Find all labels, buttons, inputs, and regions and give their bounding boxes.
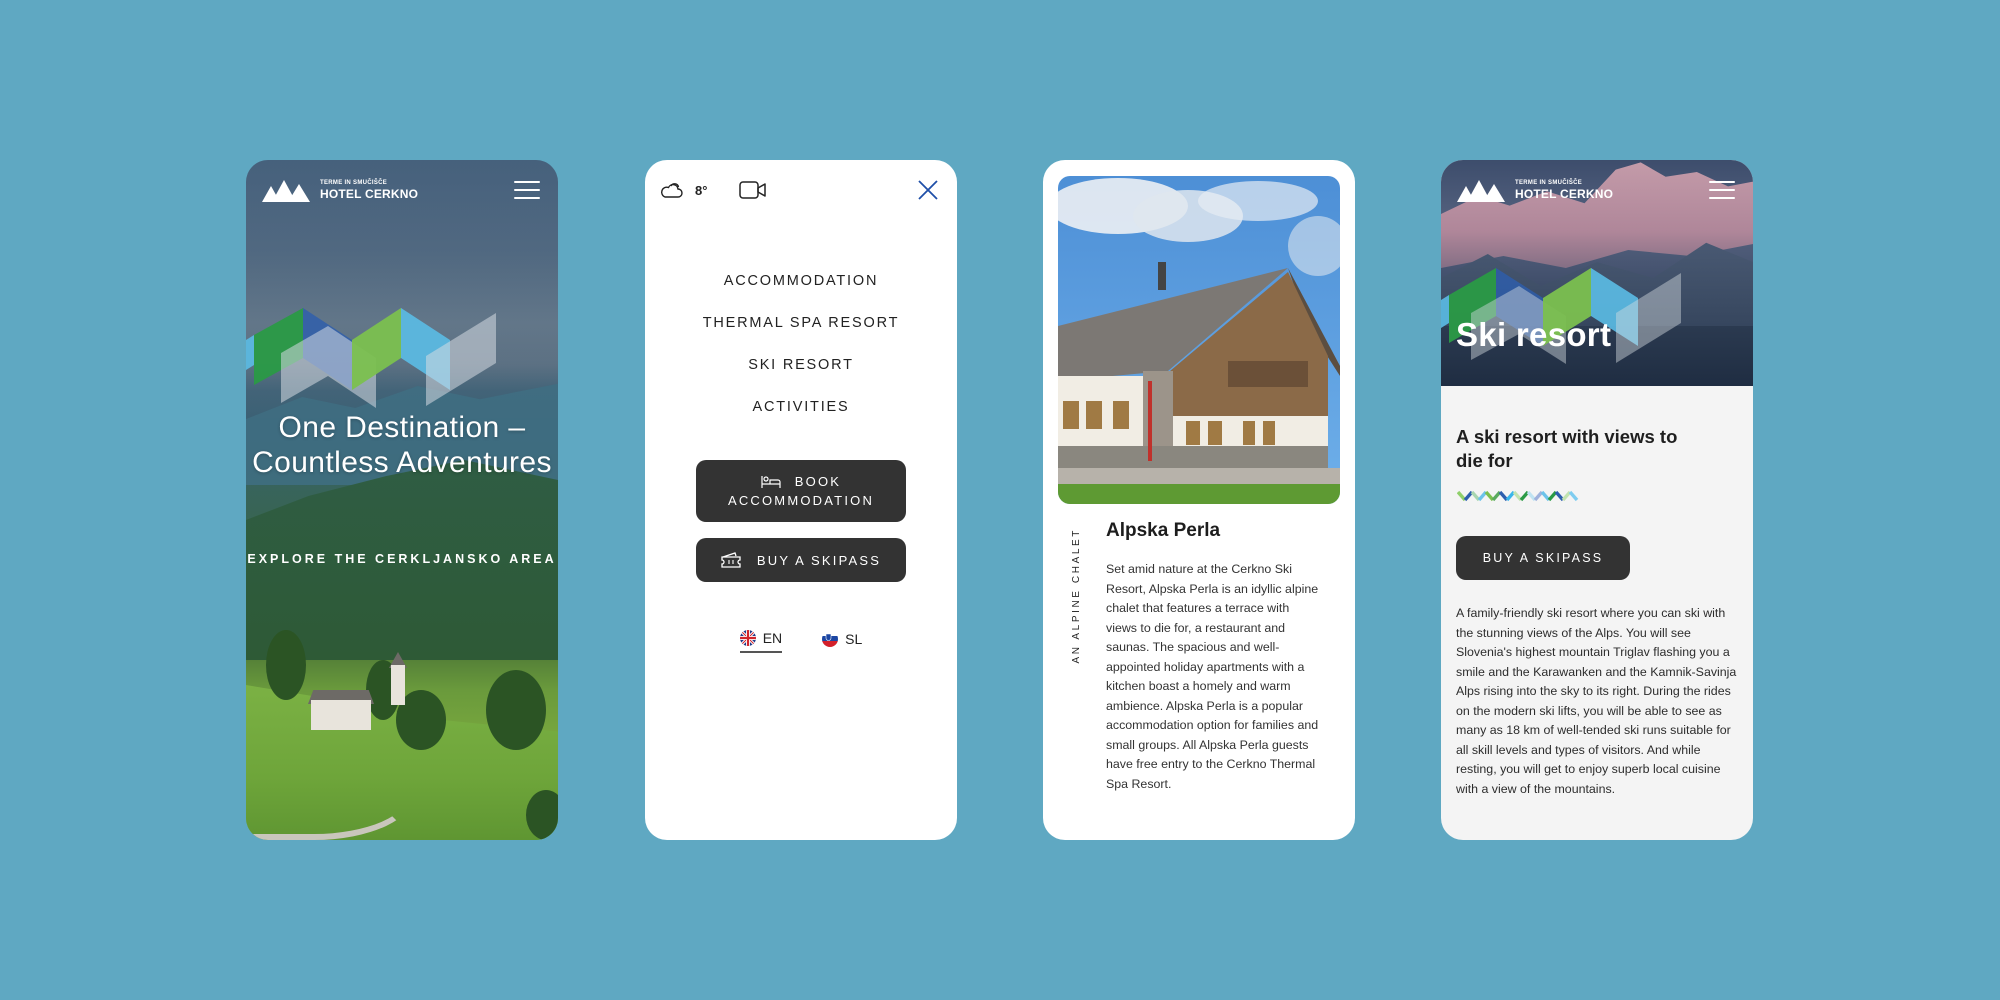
close-icon[interactable]: [917, 179, 939, 201]
tree: [486, 670, 546, 750]
hero-subtitle[interactable]: EXPLORE THE CERKLJANSKO AREA: [246, 550, 558, 569]
tree: [526, 790, 558, 840]
uk-flag-icon: [739, 630, 756, 646]
video-camera-icon[interactable]: [739, 180, 767, 200]
zigzag-divider: [1457, 490, 1579, 502]
book-label-line2: ACCOMMODATION: [727, 493, 875, 508]
brand-tagline: TERME IN SMUČIŠČE: [1515, 180, 1583, 186]
alpska-perla-photo: [1058, 176, 1340, 504]
header: TERME IN SMUČIŠČE HOTEL CERKNO: [1441, 160, 1753, 220]
language-switcher: EN SL: [645, 630, 957, 653]
hamburger-menu-icon[interactable]: [1709, 181, 1735, 199]
category-label: AN ALPINE CHALET: [1071, 528, 1082, 664]
chalet-title: Alpska Perla: [1106, 520, 1221, 541]
church-tower: [391, 665, 405, 705]
main-navigation: ACCOMMODATION THERMAL SPA RESORT SKI RES…: [645, 260, 957, 428]
chalet-description: Set amid nature at the Cerkno Ski Resort…: [1106, 562, 1319, 791]
nav-item-activities[interactable]: ACTIVITIES: [753, 386, 850, 428]
brand-name: HOTEL CERKNO: [320, 187, 419, 201]
header: TERME IN SMUČIŠČE HOTEL CERKNO: [246, 160, 558, 220]
nav-item-ski-resort[interactable]: SKI RESORT: [748, 344, 854, 386]
brand-name: HOTEL CERKNO: [1515, 187, 1614, 201]
language-code: SL: [845, 631, 863, 647]
buy-skipass-button[interactable]: BUY A SKIPASS: [696, 538, 906, 582]
phone-chalet-screen: AN ALPINE CHALET Alpska Perla Set amid n…: [1043, 160, 1355, 840]
ski-resort-description: A family-friendly ski resort where you c…: [1456, 606, 1737, 796]
language-code: EN: [762, 630, 783, 646]
church: [311, 700, 371, 730]
book-label-line1: BOOK: [794, 474, 842, 489]
phone-ski-resort-screen: TERME IN SMUČIŠČE HOTEL CERKNO Ski resor…: [1441, 160, 1753, 840]
temperature: 8°: [695, 182, 708, 198]
phone-home-screen: TERME IN SMUČIŠČE HOTEL CERKNO One Desti…: [246, 160, 558, 840]
skipass-label: BUY A SKIPASS: [756, 552, 882, 568]
nav-item-accommodation[interactable]: ACCOMMODATION: [724, 260, 878, 302]
tree: [266, 630, 306, 700]
ski-hero-photo: TERME IN SMUČIŠČE HOTEL CERKNO Ski resor…: [1441, 160, 1753, 386]
bed-icon: [761, 475, 781, 488]
ticket-icon: [721, 552, 741, 568]
brand-tagline: TERME IN SMUČIŠČE: [320, 180, 388, 186]
nav-item-thermal-spa-resort[interactable]: THERMAL SPA RESORT: [703, 302, 900, 344]
zigzag-pattern: [246, 308, 496, 408]
phone-menu-screen: 8° ACCOMMODATION THERMAL SPA RESORT SKI …: [645, 160, 957, 840]
logo[interactable]: TERME IN SMUČIŠČE HOTEL CERKNO: [262, 178, 418, 202]
hero-title: One Destination – Countless Adventures: [252, 411, 552, 479]
hamburger-menu-icon[interactable]: [514, 181, 540, 199]
book-accommodation-button[interactable]: BOOK ACCOMMODATION: [696, 460, 906, 522]
slovenia-flag-icon: [822, 631, 839, 647]
menu-header: 8°: [645, 160, 957, 220]
chalet-illustration: [1058, 176, 1340, 504]
logo[interactable]: TERME IN SMUČIŠČE HOTEL CERKNO: [1457, 178, 1613, 202]
cloud-icon: [661, 183, 683, 198]
language-en[interactable]: EN: [739, 630, 783, 653]
hero-title: Ski resort: [1456, 316, 1612, 353]
mountain-logo-icon: [1457, 180, 1505, 202]
language-sl[interactable]: SL: [822, 630, 862, 653]
mountain-logo-icon: [262, 180, 310, 202]
buy-skipass-button[interactable]: BUY A SKIPASS: [1456, 536, 1630, 580]
weather-widget[interactable]: 8°: [659, 181, 707, 199]
section-heading: A ski resort with views to die for: [1456, 426, 1678, 471]
